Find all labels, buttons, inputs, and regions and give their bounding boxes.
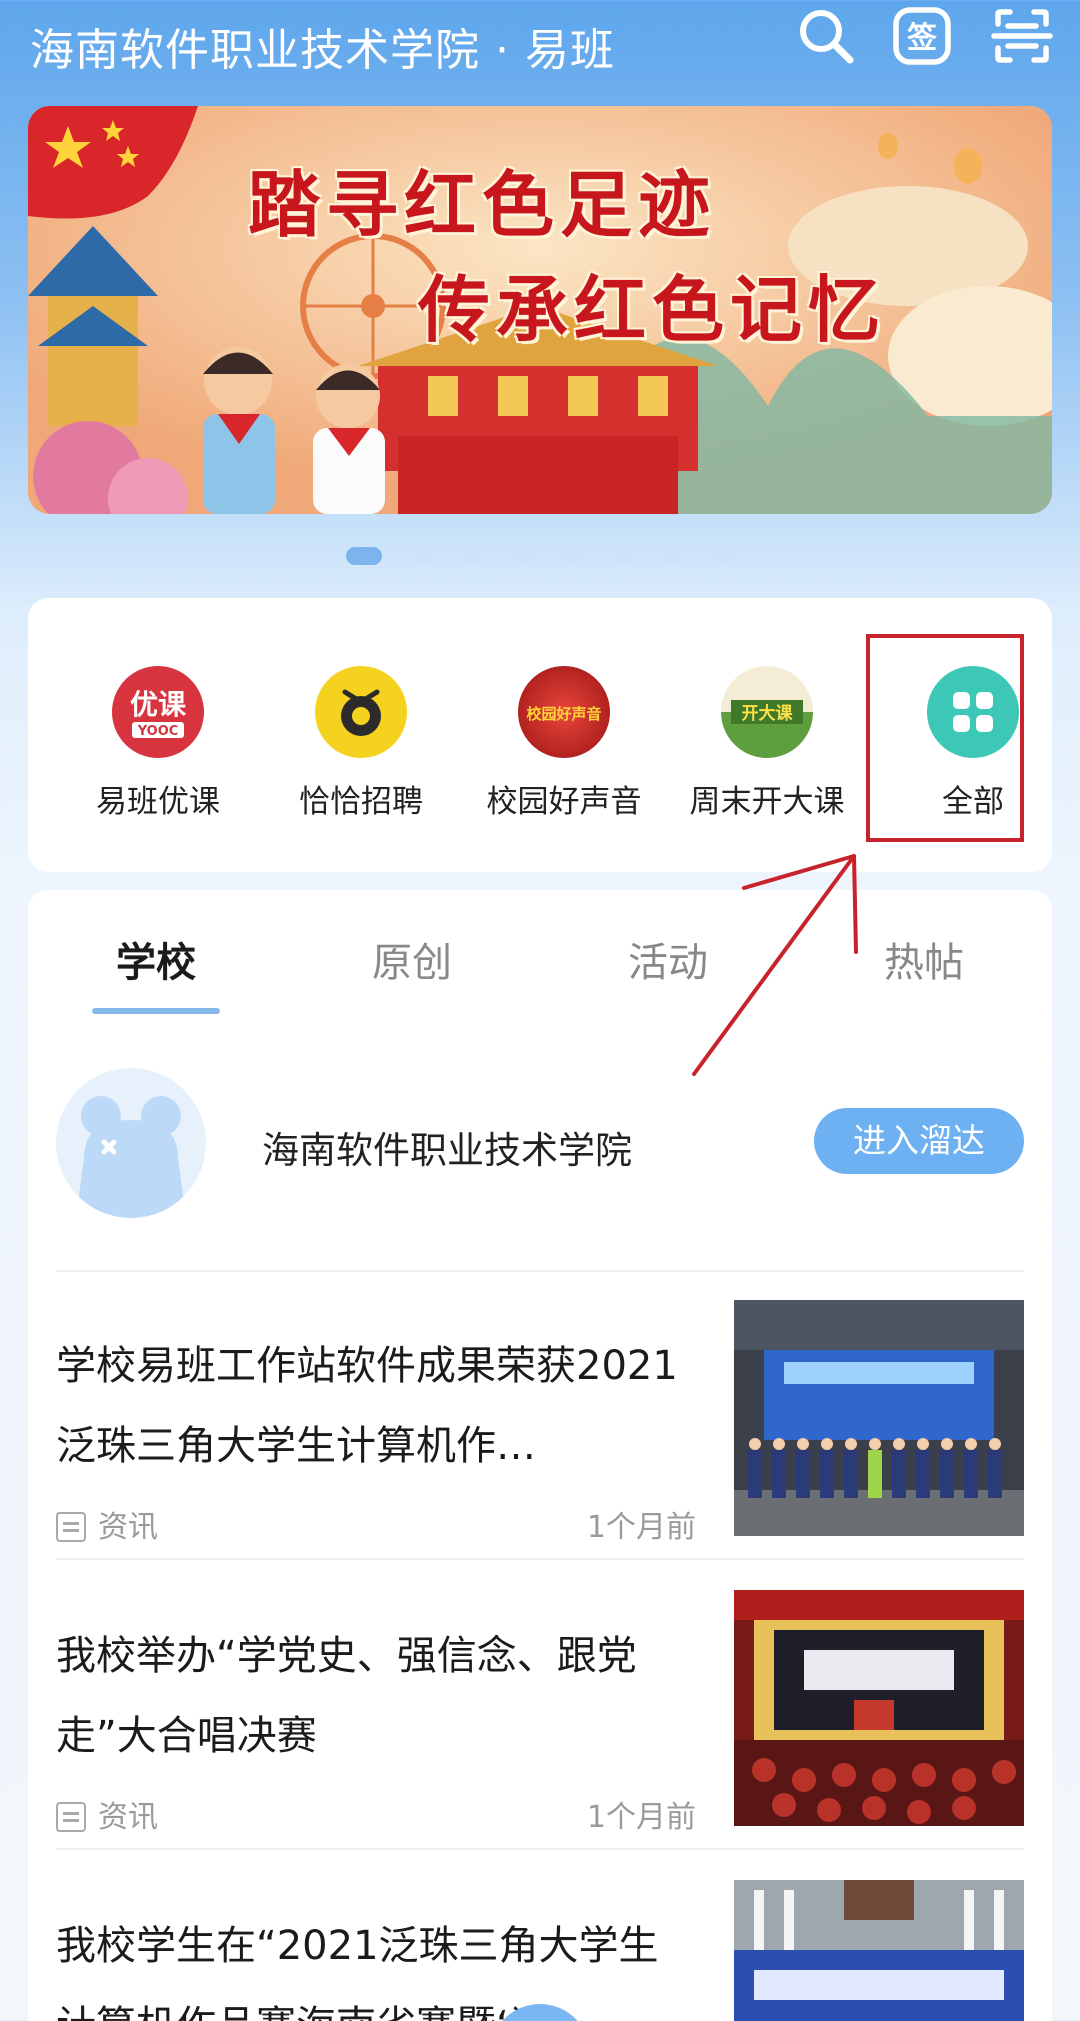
news-item[interactable]: 我校学生在“2021泛珠三角大学生计算机作品赛海南省赛暨‘讯… xyxy=(56,1880,1024,2021)
carousel-indicator xyxy=(346,546,764,566)
article-icon xyxy=(56,1802,86,1832)
article-icon xyxy=(56,1512,86,1542)
divider xyxy=(56,1558,1024,1560)
weekend-class-icon: 开大课 xyxy=(721,666,813,758)
carousel-dot[interactable] xyxy=(564,547,582,565)
svg-text:签: 签 xyxy=(907,21,937,56)
news-category-label: 资讯 xyxy=(98,1510,158,1545)
top-bar: 海南软件职业技术学院 · 易班 签 xyxy=(0,0,1080,100)
yooc-icon-text: 优课 xyxy=(130,688,187,721)
tab-activity[interactable]: 活动 xyxy=(628,930,708,988)
school-row: 海南软件职业技术学院 进入溜达 xyxy=(56,1068,1024,1218)
news-category: 资讯 xyxy=(56,1792,158,1836)
news-title: 我校举办“学党史、强信念、跟党走”大合唱决赛 xyxy=(56,1633,637,1759)
banner-headline-1: 踏寻红色足迹 xyxy=(248,162,717,247)
carousel-dot[interactable] xyxy=(464,547,482,565)
news-category-label: 资讯 xyxy=(98,1800,158,1835)
search-icon[interactable] xyxy=(794,4,858,68)
divider xyxy=(56,1848,1024,1850)
news-time: 1个月前 xyxy=(586,1800,696,1835)
news-thumbnail xyxy=(734,1880,1024,2021)
tab-original[interactable]: 原创 xyxy=(372,930,452,988)
feed-card: 学校 原创 活动 热帖 海南软件职业技术学院 进入溜达 学校易班工作站软件成果荣… xyxy=(28,890,1052,2021)
app-label: 恰恰招聘 xyxy=(299,784,423,820)
sign-in-icon[interactable]: 签 xyxy=(890,4,954,68)
app-label: 周末开大课 xyxy=(689,784,845,820)
news-item[interactable]: 我校举办“学党史、强信念、跟党走”大合唱决赛 资讯 1个月前 xyxy=(56,1590,1024,1835)
tab-school[interactable]: 学校 xyxy=(116,930,196,988)
carousel-dot[interactable] xyxy=(514,547,532,565)
app-yooc[interactable]: 优课 YOOC 易班优课 xyxy=(68,666,248,821)
carousel-dot[interactable] xyxy=(664,547,682,565)
banner-carousel[interactable]: 踏寻红色足迹 传承红色记忆 xyxy=(28,106,1052,514)
banner-headline-2: 传承红色记忆 xyxy=(418,267,887,352)
voice-icon: 校园好声音 xyxy=(518,666,610,758)
weekend-class-icon-text: 开大课 xyxy=(742,703,794,724)
tab-hot-posts[interactable]: 热帖 xyxy=(884,930,964,988)
qiaqia-icon xyxy=(315,666,407,758)
avatar[interactable] xyxy=(56,1068,206,1218)
news-thumbnail xyxy=(734,1590,1024,1826)
news-item[interactable]: 学校易班工作站软件成果荣获2021泛珠三角大学生计算机作… 资讯 1个月前 xyxy=(56,1300,1024,1545)
app-qiaqia[interactable]: 恰恰招聘 xyxy=(271,666,451,821)
app-campus-voice[interactable]: 校园好声音 校园好声音 xyxy=(474,666,654,821)
voice-icon-text: 校园好声音 xyxy=(526,705,601,723)
carousel-dot[interactable] xyxy=(414,547,432,565)
app-weekend-class[interactable]: 开大课 周末开大课 xyxy=(677,666,857,821)
divider xyxy=(56,1270,1024,1272)
enter-button[interactable]: 进入溜达 xyxy=(814,1108,1024,1174)
news-title: 我校学生在“2021泛珠三角大学生计算机作品赛海南省赛暨‘讯… xyxy=(56,1923,659,2021)
news-time: 1个月前 xyxy=(586,1510,696,1545)
news-title: 学校易班工作站软件成果荣获2021泛珠三角大学生计算机作… xyxy=(56,1343,678,1469)
app-label: 校园好声音 xyxy=(486,784,642,820)
scan-icon[interactable] xyxy=(990,4,1054,68)
app-title: 海南软件职业技术学院 · 易班 xyxy=(30,25,615,76)
tab-indicator xyxy=(92,1008,220,1014)
app-label: 易班优课 xyxy=(96,784,220,820)
news-thumbnail xyxy=(734,1300,1024,1536)
carousel-dot[interactable] xyxy=(346,547,382,565)
yooc-icon-sub: YOOC xyxy=(137,724,179,739)
annotation-highlight-box xyxy=(866,634,1024,842)
carousel-dot[interactable] xyxy=(714,547,732,565)
school-name: 海南软件职业技术学院 xyxy=(262,1129,632,1172)
yooc-icon: 优课 YOOC xyxy=(112,666,204,758)
news-category: 资讯 xyxy=(56,1502,158,1546)
carousel-dot[interactable] xyxy=(614,547,632,565)
